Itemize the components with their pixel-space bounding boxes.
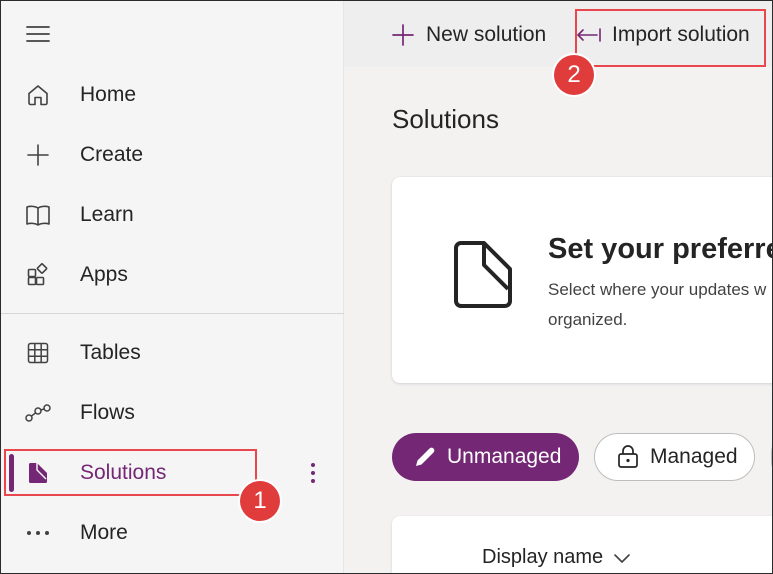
- sidebar-item-label: Home: [80, 83, 137, 106]
- step-badge-1: 1: [240, 481, 280, 521]
- plus-icon: [390, 22, 416, 48]
- sidebar-item-label: More: [80, 521, 128, 544]
- sidebar-item-create[interactable]: Create: [1, 129, 344, 181]
- sidebar-item-tables[interactable]: Tables: [1, 327, 344, 379]
- flow-icon: [23, 398, 53, 428]
- hamburger-menu-icon[interactable]: [23, 21, 53, 47]
- solutions-table: Display name: [392, 516, 772, 573]
- chevron-down-icon: [613, 552, 631, 564]
- page-title: Solutions: [392, 104, 499, 134]
- column-header-display-name[interactable]: Display name: [482, 546, 631, 569]
- more-dots-icon: [23, 518, 53, 548]
- plus-icon: [23, 140, 53, 170]
- managed-filter-button[interactable]: Managed: [594, 433, 755, 481]
- unmanaged-label: Unmanaged: [447, 445, 562, 468]
- column-header-label: Display name: [482, 546, 604, 568]
- sidebar-item-label: Learn: [80, 203, 134, 226]
- more-options-icon[interactable]: [301, 457, 325, 489]
- book-icon: [23, 200, 53, 230]
- new-solution-label: New solution: [426, 23, 547, 46]
- new-solution-button[interactable]: New solution: [390, 13, 546, 57]
- highlight-import-solution: [575, 9, 766, 67]
- card-title: Set your preferre: [548, 233, 773, 265]
- unmanaged-filter-button[interactable]: Unmanaged: [392, 433, 579, 481]
- app-window: Home Create Learn Apps Tables Flows Solu…: [0, 0, 773, 574]
- solutions-outline-icon: [450, 239, 520, 315]
- card-description-line: organized.: [548, 310, 628, 329]
- card-description-line: Select where your updates w: [548, 280, 767, 299]
- table-grid-icon: [23, 338, 53, 368]
- sidebar-divider: [1, 313, 344, 314]
- sidebar-item-more[interactable]: More: [1, 507, 344, 559]
- sidebar-item-label: Tables: [80, 341, 141, 364]
- sidebar-item-label: Flows: [80, 401, 135, 424]
- preference-card: Set your preferre Select where your upda…: [392, 177, 773, 383]
- step-badge-2: 2: [554, 55, 594, 95]
- sidebar-item-label: Create: [80, 143, 144, 166]
- apps-icon: [23, 260, 53, 290]
- managed-label: Managed: [650, 445, 738, 468]
- card-description: Select where your updates w organized.: [548, 275, 772, 335]
- sidebar-item-label: Apps: [80, 263, 128, 286]
- pencil-icon: [412, 444, 438, 470]
- sidebar-item-apps[interactable]: Apps: [1, 249, 344, 301]
- sidebar-item-learn[interactable]: Learn: [1, 189, 344, 241]
- highlight-solutions: [4, 449, 257, 496]
- home-icon: [23, 80, 53, 110]
- sidebar-item-flows[interactable]: Flows: [1, 387, 344, 439]
- sidebar-item-home[interactable]: Home: [1, 69, 344, 121]
- lock-icon: [615, 444, 641, 470]
